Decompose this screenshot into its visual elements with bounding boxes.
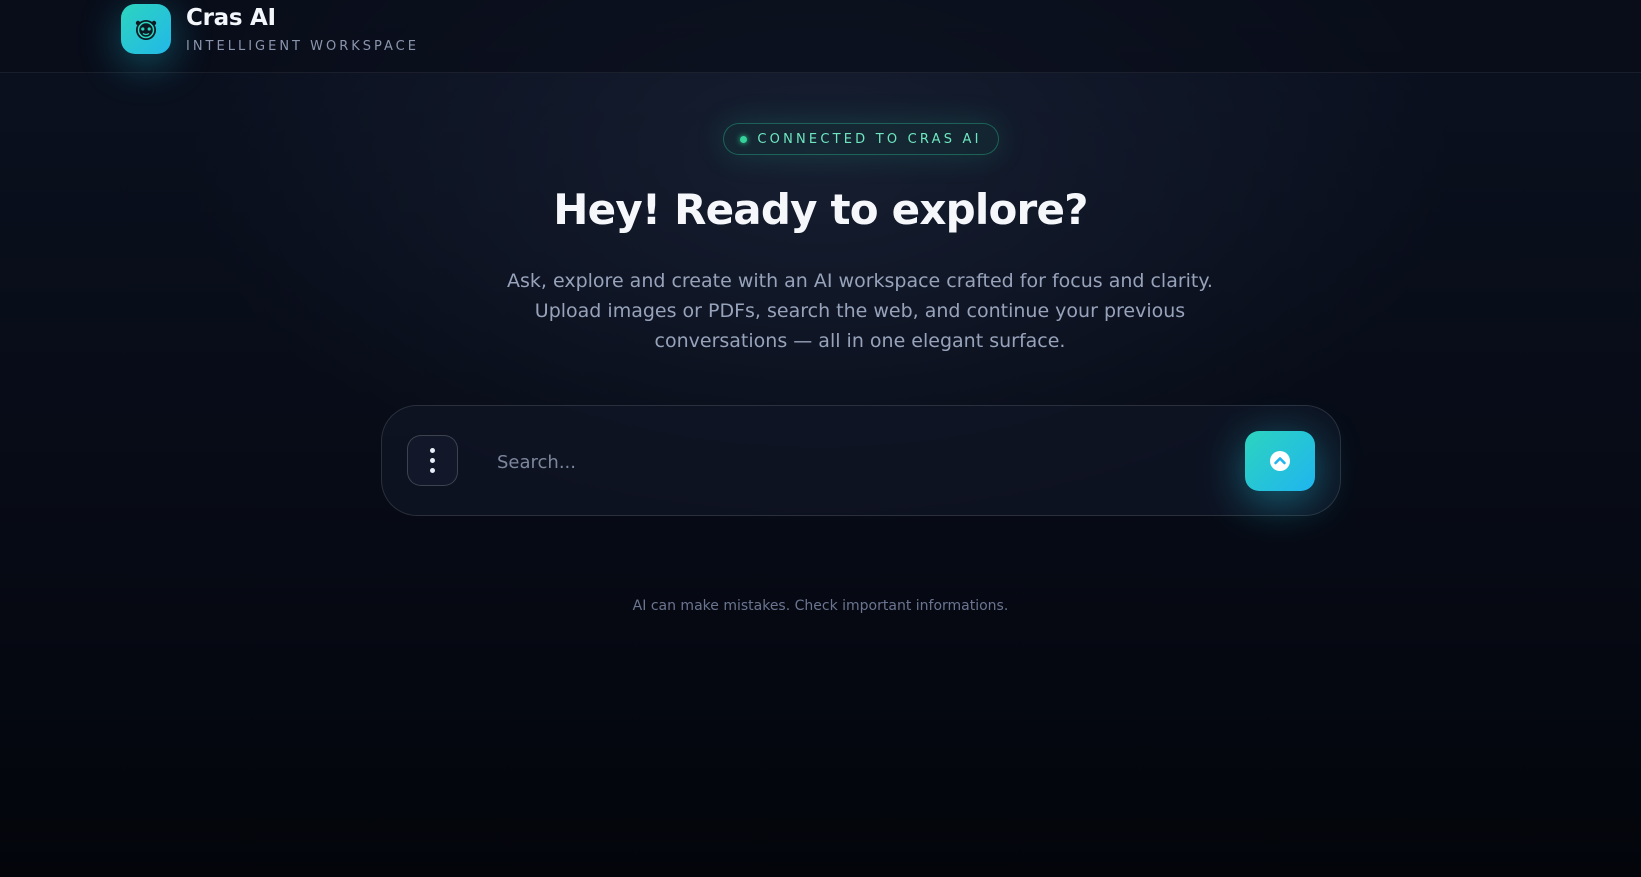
vertical-dots-icon bbox=[430, 448, 435, 453]
vertical-dots-icon-dot bbox=[430, 458, 435, 463]
options-menu-button[interactable] bbox=[407, 435, 458, 486]
chevron-up-circle-icon bbox=[1270, 451, 1290, 471]
vertical-dots-icon-dot bbox=[430, 468, 435, 473]
ai-disclaimer: AI can make mistakes. Check important in… bbox=[632, 598, 1009, 614]
hero-title: Hey! Ready to explore? bbox=[553, 185, 1088, 234]
connection-status-badge: CONNECTED TO CRAS AI bbox=[723, 123, 999, 155]
robot-head-icon bbox=[135, 20, 157, 40]
brand-logo[interactable] bbox=[121, 4, 171, 54]
status-label: CONNECTED TO CRAS AI bbox=[757, 131, 982, 147]
send-button[interactable] bbox=[1245, 431, 1315, 491]
brand-name: Cras AI bbox=[186, 5, 276, 31]
hero-subtitle: Ask, explore and create with an AI works… bbox=[507, 270, 1213, 352]
brand-tagline: INTELLIGENT WORKSPACE bbox=[186, 39, 419, 54]
search-input[interactable] bbox=[495, 442, 1199, 482]
top-header: Cras AI INTELLIGENT WORKSPACE bbox=[0, 0, 1641, 73]
status-dot-icon bbox=[740, 135, 748, 143]
search-bar bbox=[381, 405, 1341, 516]
